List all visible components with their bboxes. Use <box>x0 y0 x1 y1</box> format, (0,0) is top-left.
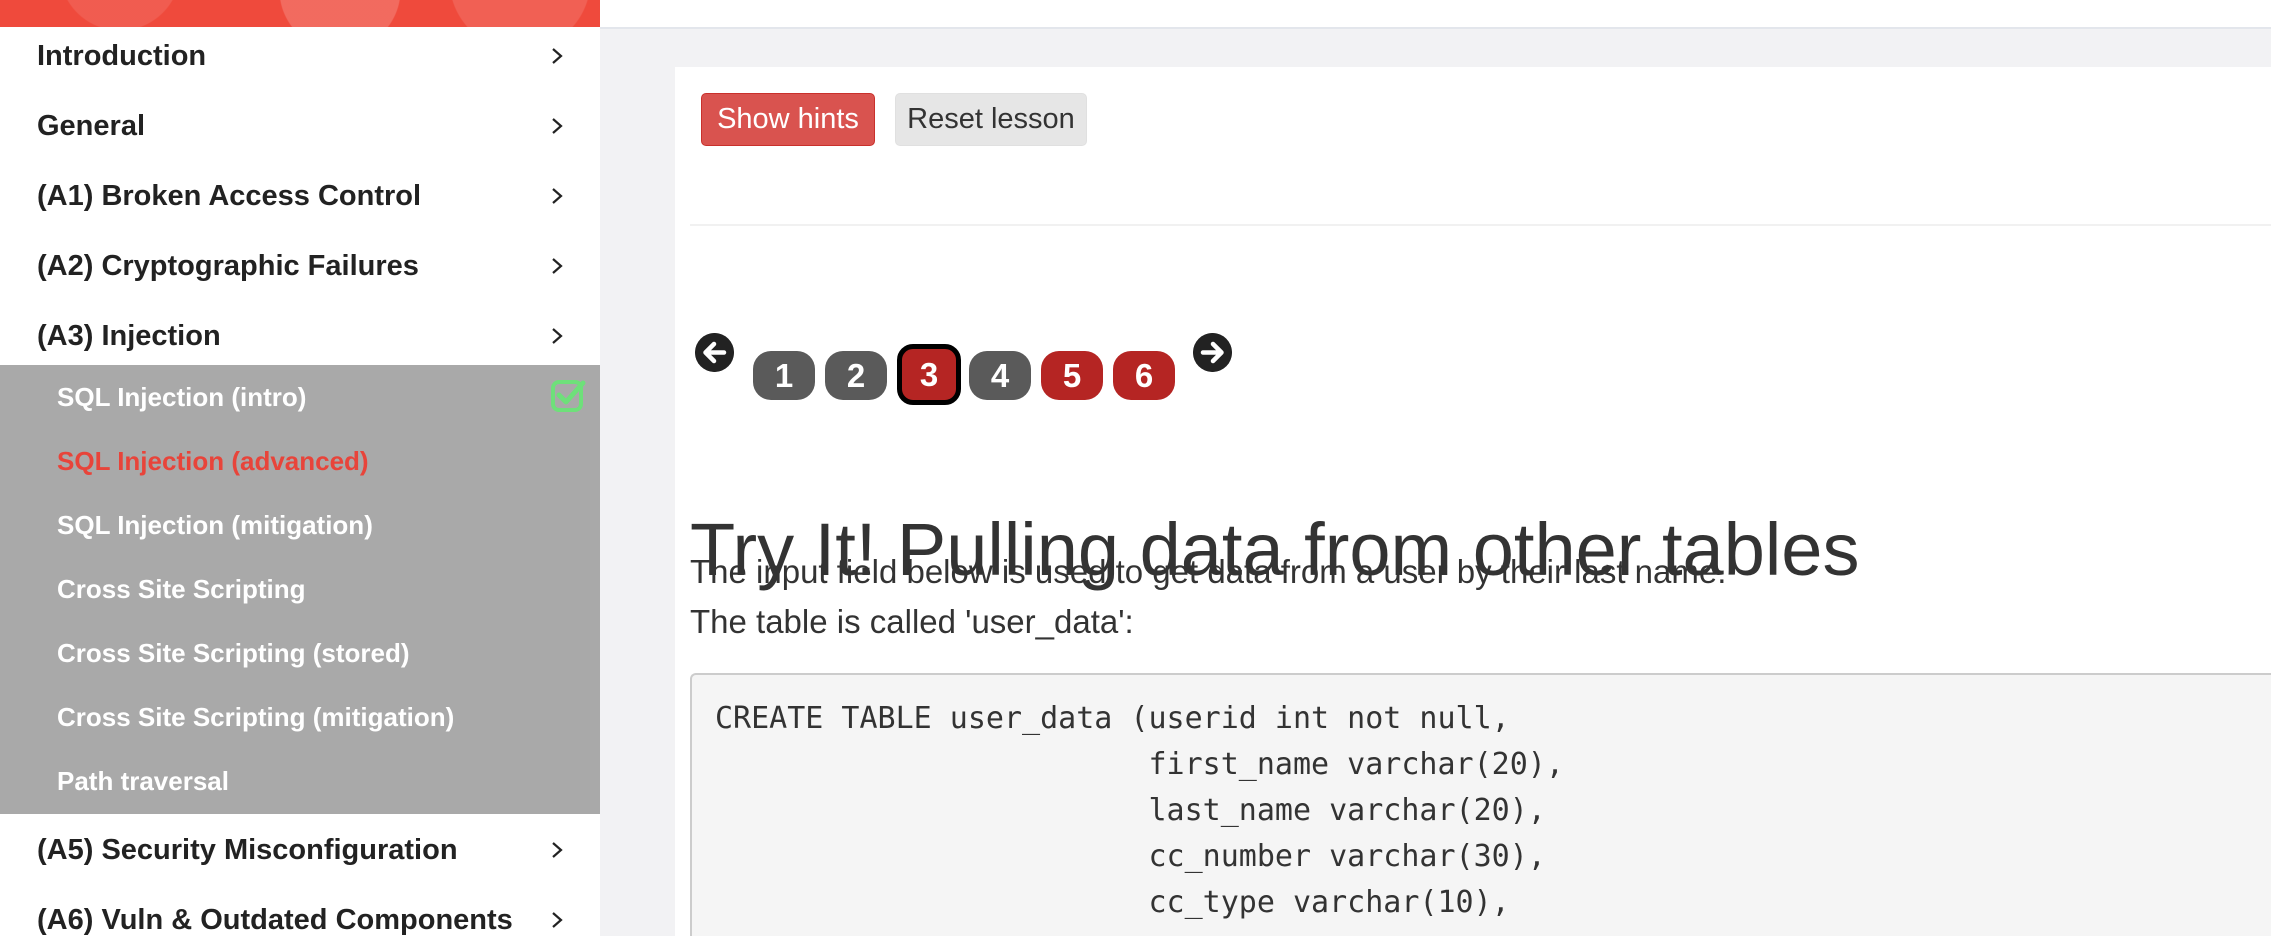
lesson-paragraph: The input field below is used to get dat… <box>690 553 1727 590</box>
chevron-right-icon <box>552 48 563 64</box>
sidebar-category-label: General <box>37 109 145 142</box>
sidebar-category-label: (A6) Vuln & Outdated Components <box>37 903 513 936</box>
chevron-right-icon <box>552 912 563 928</box>
lesson-item-sql-injection-intro[interactable]: SQL Injection (intro) <box>0 365 600 429</box>
show-hints-button[interactable]: Show hints <box>701 93 875 146</box>
code-block: CREATE TABLE user_data (userid int not n… <box>690 673 2271 936</box>
lesson-label: Path traversal <box>57 765 229 796</box>
lesson-item-sql-injection-advanced[interactable]: SQL Injection (advanced) <box>0 429 600 493</box>
sidebar: Introduction General (A1) Broken Access … <box>0 0 600 936</box>
lesson-item-xss-mitigation[interactable]: Cross Site Scripting (mitigation) <box>0 685 600 749</box>
chevron-right-icon <box>552 328 563 344</box>
top-bar <box>600 0 2271 29</box>
chevron-right-icon <box>552 842 563 858</box>
sidebar-category-a1[interactable]: (A1) Broken Access Control <box>0 161 600 231</box>
lesson-paragraph: The table is called 'user_data': <box>690 603 1134 640</box>
lesson-list: SQL Injection (intro) SQL Injection (adv… <box>0 365 600 814</box>
lesson-item-xss[interactable]: Cross Site Scripting <box>0 557 600 621</box>
sidebar-category-a6[interactable]: (A6) Vuln & Outdated Components <box>0 885 600 936</box>
sidebar-category-a3[interactable]: (A3) Injection <box>0 301 600 371</box>
chevron-right-icon <box>552 258 563 274</box>
lesson-content: Show hints Reset lesson 1 2 3 4 5 6 Try … <box>675 67 2271 936</box>
lesson-label: SQL Injection (mitigation) <box>57 509 373 540</box>
sidebar-category-general[interactable]: General <box>0 91 600 161</box>
sidebar-category-introduction[interactable]: Introduction <box>0 21 600 91</box>
code-line: first_name varchar(20), <box>715 747 1564 782</box>
sidebar-category-label: (A2) Cryptographic Failures <box>37 249 419 282</box>
page-button-4[interactable]: 4 <box>969 351 1031 400</box>
lesson-label: SQL Injection (intro) <box>57 381 307 412</box>
page-button-1[interactable]: 1 <box>753 351 815 400</box>
page-button-5[interactable]: 5 <box>1041 351 1103 400</box>
code-line: cc_type varchar(10), <box>715 885 1510 920</box>
lesson-label: SQL Injection (advanced) <box>57 445 369 476</box>
page-button-2[interactable]: 2 <box>825 351 887 400</box>
lesson-label: Cross Site Scripting (stored) <box>57 637 410 668</box>
code-line: CREATE TABLE user_data (userid int not n… <box>715 701 1510 736</box>
lesson-label: Cross Site Scripting <box>57 573 306 604</box>
sidebar-category-label: (A1) Broken Access Control <box>37 179 422 212</box>
lesson-label: Cross Site Scripting (mitigation) <box>57 701 455 732</box>
page-button-6[interactable]: 6 <box>1113 351 1175 400</box>
lesson-item-sql-injection-mitigation[interactable]: SQL Injection (mitigation) <box>0 493 600 557</box>
arrow-left-icon[interactable] <box>695 333 734 372</box>
chevron-right-icon <box>552 118 563 134</box>
completed-check-icon <box>551 380 586 412</box>
reset-lesson-button[interactable]: Reset lesson <box>895 93 1087 146</box>
page-button-3[interactable]: 3 <box>897 344 961 405</box>
code-line: cc_number varchar(30), <box>715 839 1546 874</box>
code-line: last_name varchar(20), <box>715 793 1546 828</box>
arrow-right-icon[interactable] <box>1193 333 1232 372</box>
lesson-item-xss-stored[interactable]: Cross Site Scripting (stored) <box>0 621 600 685</box>
sidebar-category-a5[interactable]: (A5) Security Misconfiguration <box>0 815 600 885</box>
chevron-right-icon <box>552 188 563 204</box>
sidebar-category-label: Introduction <box>37 39 207 72</box>
sidebar-category-label: (A3) Injection <box>37 319 221 352</box>
lesson-item-path-traversal[interactable]: Path traversal <box>0 749 600 813</box>
hint-area-divider <box>690 224 2271 226</box>
sidebar-category-a2[interactable]: (A2) Cryptographic Failures <box>0 231 600 301</box>
sidebar-category-label: (A5) Security Misconfiguration <box>37 833 458 866</box>
